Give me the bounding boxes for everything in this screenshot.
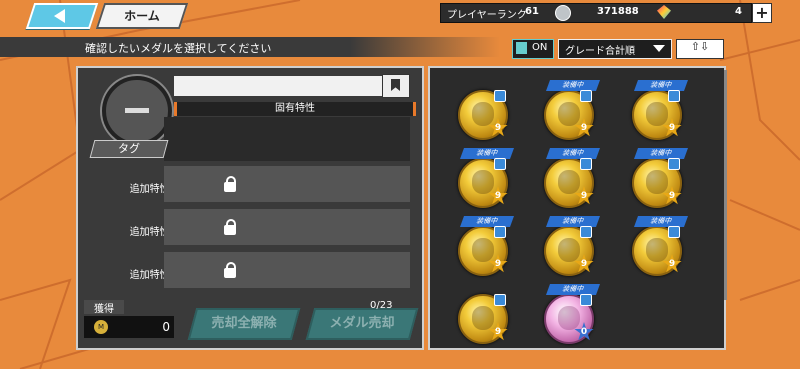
scrollbar[interactable] xyxy=(724,70,727,300)
equipped-ribbon: 装備中 xyxy=(545,148,601,159)
extra-trait-slot-2[interactable] xyxy=(164,209,410,245)
bookmark-badge-icon xyxy=(494,226,506,238)
earned-label: 獲得 xyxy=(84,300,124,315)
medal-portrait xyxy=(472,238,494,262)
bookmark-filter-label: ON xyxy=(532,42,548,53)
bookmark-badge-icon xyxy=(668,90,680,102)
bookmark-button[interactable] xyxy=(382,74,410,98)
sell-medal-label: メダル売却 xyxy=(329,316,395,331)
medal-portrait xyxy=(646,238,668,262)
bookmark-badge-icon xyxy=(580,294,592,306)
back-button[interactable] xyxy=(25,3,99,29)
medal-portrait xyxy=(558,170,580,194)
medal-item[interactable]: 装備中 9 xyxy=(544,80,601,144)
equipped-ribbon: 装備中 xyxy=(545,216,601,227)
bookmark-icon xyxy=(516,42,527,54)
medal-name-field xyxy=(174,76,410,96)
equipped-ribbon: 装備中 xyxy=(459,148,515,159)
lock-icon xyxy=(224,262,236,278)
medal-portrait xyxy=(646,102,668,126)
empty-medal-slot xyxy=(102,76,172,146)
chevron-down-icon xyxy=(653,45,665,52)
sort-dropdown[interactable]: グレード合計順 xyxy=(558,39,672,59)
tag-label: タグ xyxy=(118,142,140,155)
medal-portrait xyxy=(558,238,580,262)
unique-trait-label: 固有特性 xyxy=(275,103,315,114)
gem-icon xyxy=(657,5,671,19)
equipped-ribbon: 装備中 xyxy=(545,284,601,295)
clear-sell-selection-button[interactable]: 売却全解除 xyxy=(187,308,301,340)
bookmark-badge-icon xyxy=(494,158,506,170)
instruction-bar: 確認したいメダルを選択してください xyxy=(0,37,500,57)
bookmark-badge-icon xyxy=(580,226,592,238)
bookmark-badge-icon xyxy=(580,158,592,170)
player-rank-label: プレイヤーランク xyxy=(447,10,527,21)
medal-item[interactable]: 装備中 9 xyxy=(458,148,515,212)
coin-icon xyxy=(555,5,571,21)
lock-icon xyxy=(224,219,236,235)
medal-portrait xyxy=(558,102,580,126)
instruction-text: 確認したいメダルを選択してください xyxy=(85,42,272,55)
home-button[interactable]: ホーム xyxy=(95,3,189,29)
gem-count: 4 xyxy=(735,6,742,17)
equipped-ribbon: 装備中 xyxy=(633,80,689,91)
coin-count: 371888 xyxy=(597,6,639,17)
sort-order-button[interactable]: ⇧⇩ xyxy=(676,39,724,59)
medal-item[interactable]: 装備中 9 xyxy=(458,216,515,280)
minus-icon xyxy=(125,108,149,113)
extra-trait-slot-3[interactable] xyxy=(164,252,410,288)
add-gems-button[interactable]: + xyxy=(752,3,772,23)
earned-value-box: M 0 xyxy=(84,316,174,338)
unique-trait-box xyxy=(164,117,410,161)
bookmark-badge-icon xyxy=(580,90,592,102)
back-arrow-icon xyxy=(54,9,65,23)
bookmark-icon xyxy=(391,79,400,91)
bookmark-badge-icon xyxy=(494,294,506,306)
medal-currency-icon: M xyxy=(94,320,108,334)
player-status-bar: プレイヤーランク 61 371888 4 xyxy=(440,3,752,23)
equipped-ribbon: 装備中 xyxy=(545,80,601,91)
medal-portrait xyxy=(646,170,668,194)
sort-dropdown-label: グレード合計順 xyxy=(565,46,635,57)
clear-sell-selection-label: 売却全解除 xyxy=(211,316,277,331)
sell-medal-button[interactable]: メダル売却 xyxy=(305,308,419,340)
medal-item[interactable]: 装備中 0 xyxy=(544,284,601,348)
equipped-ribbon: 装備中 xyxy=(459,216,515,227)
equipped-ribbon: 装備中 xyxy=(633,148,689,159)
medal-item[interactable]: 9 xyxy=(458,292,514,348)
lock-icon xyxy=(224,176,236,192)
medal-portrait xyxy=(558,306,580,330)
player-rank-value: 61 xyxy=(525,6,539,17)
tag-button[interactable]: タグ xyxy=(89,140,169,158)
medal-item[interactable]: 装備中 9 xyxy=(632,148,689,212)
bookmark-badge-icon xyxy=(668,158,680,170)
equipped-ribbon: 装備中 xyxy=(633,216,689,227)
medal-item[interactable]: 装備中 9 xyxy=(544,148,601,212)
medal-item[interactable]: 装備中 9 xyxy=(632,80,689,144)
unique-trait-header: 固有特性 xyxy=(174,102,416,116)
medal-item[interactable]: 装備中 9 xyxy=(544,216,601,280)
home-label: ホーム xyxy=(124,9,160,23)
bookmark-filter-toggle[interactable]: ON xyxy=(512,39,554,59)
extra-trait-slot-1[interactable] xyxy=(164,166,410,202)
medal-item[interactable]: 9 xyxy=(458,88,514,144)
medal-item[interactable]: 装備中 9 xyxy=(632,216,689,280)
sort-order-icon: ⇧⇩ xyxy=(690,40,710,53)
sell-count: 0/23 xyxy=(370,300,393,311)
medal-portrait xyxy=(472,102,494,126)
medal-portrait xyxy=(472,306,494,330)
bookmark-badge-icon xyxy=(668,226,680,238)
bookmark-badge-icon xyxy=(494,90,506,102)
earned-value: 0 xyxy=(162,320,170,334)
medal-portrait xyxy=(472,170,494,194)
